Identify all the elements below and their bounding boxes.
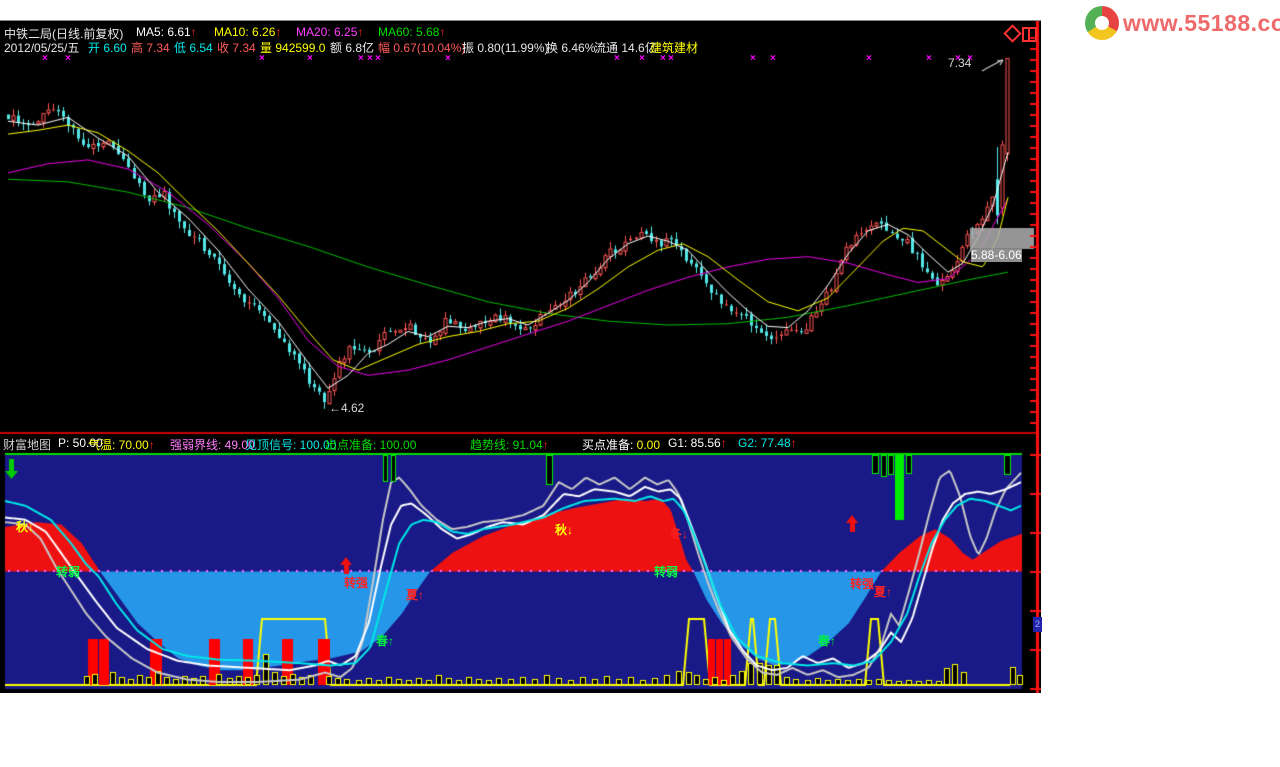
x-signal-icon: ×: [750, 53, 756, 64]
x-signal-icon: ×: [614, 53, 620, 64]
season-label-6: 冬↓: [670, 527, 689, 541]
season-label-0: 秋↓: [16, 520, 35, 534]
info-item-5: 量 942599.0: [260, 41, 326, 55]
info-item-8: 振 0.80(11.99%): [462, 41, 549, 55]
chart-window: 中铁二局(日线.前复权) MA5: 6.61↑ MA10: 6.26↑ MA20: 6…: [0, 20, 1042, 693]
indicator-item-2: 气温: 70.00↑: [88, 438, 155, 452]
pane-divider: [1028, 29, 1030, 40]
indicator-item-9: G2: 77.48↑: [738, 436, 797, 450]
indicator-item-6: 趋势线: 91.04↑: [470, 438, 549, 452]
up-arrow-icon: ↑: [357, 25, 364, 39]
info-item-11: 建筑建材: [650, 41, 699, 55]
x-signal-icon: ×: [770, 53, 776, 64]
season-label-9: 夏↑: [874, 585, 893, 599]
price-annotation-0: 7.34: [948, 56, 972, 70]
season-label-8: 转强: [850, 577, 875, 591]
x-signal-icon: ×: [639, 53, 645, 64]
x-signal-icon: ×: [259, 53, 265, 64]
x-signal-icon: ×: [367, 53, 373, 64]
indicator-item-5: 出点准备: 100.00: [325, 438, 417, 452]
info-item-3: 低 6.54: [174, 41, 213, 55]
indicator-item-3: 强弱界线: 49.00: [170, 438, 255, 452]
info-item-2: 高 7.34: [131, 41, 170, 55]
indicator-item-8: G1: 85.56↑: [668, 436, 727, 450]
x-signal-icon: ×: [307, 53, 313, 64]
season-label-5: 秋↓: [555, 523, 574, 537]
info-item-4: 收 7.34: [217, 41, 256, 55]
splitter-handle[interactable]: 2: [1033, 617, 1042, 632]
info-item-7: 幅 0.67(10.04%): [378, 41, 466, 55]
season-label-2: 转强: [344, 576, 369, 590]
indicator-item-4: 见顶信号: 100.00: [245, 438, 337, 452]
x-signal-icon: ×: [358, 53, 364, 64]
info-item-9: 换 6.46%: [546, 41, 596, 55]
x-signal-icon: ×: [42, 53, 48, 64]
info-item-10: 流通 14.6亿: [594, 41, 657, 55]
quote-info-row: 2012/05/25/五开 6.60 高 7.34 低 6.54 收 7.34 量 94…: [0, 39, 1036, 55]
up-arrow-icon: ↑: [275, 25, 282, 39]
indicator-item-7: 买点准备: 0.00: [582, 438, 661, 452]
x-signal-icon: ×: [445, 53, 451, 64]
x-signal-icon: ×: [866, 53, 872, 64]
x-signal-icon: ×: [926, 53, 932, 64]
season-label-4: 春↑: [376, 634, 395, 648]
info-item-1: 开 6.60: [88, 41, 127, 55]
title-item-3: MA20: 6.25↑: [296, 25, 364, 39]
site-logo[interactable]: www.55188.com: [1085, 4, 1280, 42]
title-row: 中铁二局(日线.前复权) MA5: 6.61↑ MA10: 6.26↑ MA20: 6…: [0, 25, 1036, 41]
up-arrow-icon: ↑: [790, 436, 797, 450]
up-arrow-icon: ↑: [439, 25, 446, 39]
title-item-4: MA60: 5.68↑: [378, 25, 446, 39]
up-arrow-icon: ↑: [190, 25, 197, 39]
title-item-1: MA5: 6.61↑: [136, 25, 197, 39]
season-label-1: 转弱: [56, 565, 81, 579]
split-panes-icon[interactable]: [1022, 27, 1037, 42]
up-arrow-icon: ↑: [542, 438, 549, 452]
x-signal-icon: ×: [668, 53, 674, 64]
season-label-10: 春↑: [818, 634, 837, 648]
season-label-3: 夏↑: [406, 588, 425, 602]
indicator-header-row: 财富地图 P: 50.00 气温: 70.00↑ 强弱界线: 49.00 见顶信号: 1…: [0, 436, 1036, 452]
x-signal-icon: ×: [375, 53, 381, 64]
up-arrow-icon: ↑: [720, 436, 727, 450]
price-annotation-2: 5.88-6.06: [971, 248, 1022, 262]
season-label-7: 转弱: [654, 565, 679, 579]
up-arrow-icon: ↑: [148, 438, 155, 452]
swirl-logo-icon: [1085, 6, 1119, 40]
x-signal-icon: ×: [65, 53, 71, 64]
x-signal-icon: ×: [660, 53, 666, 64]
price-annotation-1: ←4.62: [329, 401, 365, 415]
title-item-2: MA10: 6.26↑: [214, 25, 282, 39]
indicator-item-0: 财富地图: [3, 438, 52, 452]
site-url: www.55188.com: [1123, 9, 1280, 36]
